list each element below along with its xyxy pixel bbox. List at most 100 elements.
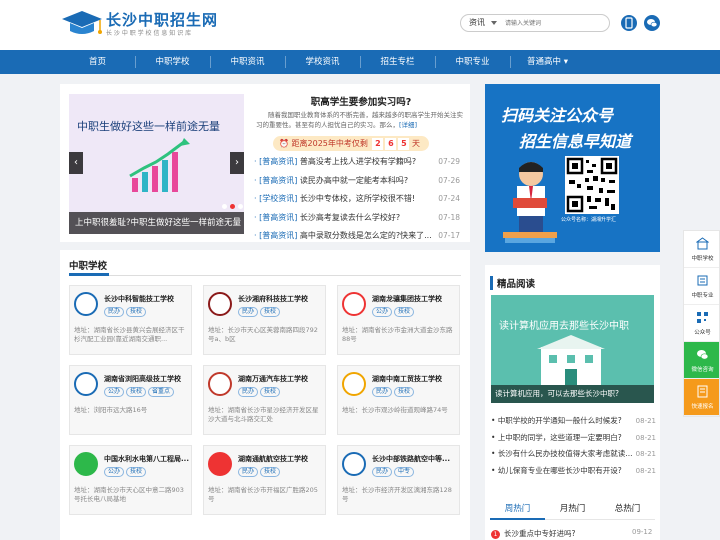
news-item[interactable]: · [学校资讯] 长沙中专体校，这所学校很不错! 07-24 <box>254 190 464 209</box>
news-title[interactable]: 高中录取分数线是怎么定的?快来了... <box>300 231 432 240</box>
wechat-qr-promo[interactable]: 扫码关注公众号 招生信息早知道 公众号名称：湖湘升学汇 <box>485 84 660 252</box>
nav-schools[interactable]: 中职学校 <box>135 50 210 74</box>
reading-item[interactable]: • 中职学校的开学通知一般什么时候发? 08-21 <box>491 413 656 430</box>
school-card[interactable]: 长沙湘府科技技工学校 民办 技校 地址：长沙市天心区芙蓉南路四段792号a、b区 <box>203 285 326 355</box>
school-name[interactable]: 湖南龙骧集团技工学校 <box>372 294 458 304</box>
school-card[interactable]: 湖南通航航空技工学校 民办 技校 地址：湖南省长沙市开福区广胜路205号 <box>203 445 326 515</box>
qr-caption: 公众号名称：湖湘升学汇 <box>561 217 617 223</box>
school-tag: 技校 <box>126 387 147 397</box>
carousel-dot[interactable] <box>238 204 243 209</box>
news-category[interactable]: [普高资讯] <box>259 157 297 166</box>
school-name[interactable]: 长沙中科智能技工学校 <box>104 294 190 304</box>
bullet-icon: • <box>491 432 498 442</box>
bullet-icon: • <box>491 416 498 425</box>
float-quick-signup-button[interactable]: 快速报名 <box>684 379 719 416</box>
school-address: 地址：湖南省长沙县黄兴会展经济区干杉汽配工业园(靠近湖南交通职... <box>74 326 185 343</box>
banner-next-button[interactable]: › <box>230 152 244 174</box>
schools-section-title[interactable]: 中职学校 <box>69 258 107 272</box>
reading-item[interactable]: • 上中职的同学，这些道理一定要明白? 08-21 <box>491 429 656 446</box>
reading-item-title[interactable]: 上中职的同学，这些道理一定要明白? <box>498 433 622 442</box>
feature-more-link[interactable]: [详细] <box>399 121 417 129</box>
school-card[interactable]: 湖南万通汽车技工学校 民办 技校 地址：湖南省长沙市星沙经济开发区星沙大道与北斗路… <box>203 365 326 435</box>
banner-carousel[interactable]: 中职生做好这些一样前途无量 ‹ › 上中职很羞耻?中职生做好这些一样前途无量 <box>69 94 244 234</box>
school-card[interactable]: 中国水利水电第八工程局... 公办 技校 地址：湖南长沙市天心区中意二路903号托… <box>69 445 192 515</box>
school-name[interactable]: 中国水利水电第八工程局... <box>104 454 190 464</box>
school-card[interactable]: 湖南省浏阳高级技工学校 公办 技校 省重点 地址：浏阳市远大路16号 <box>69 365 192 435</box>
nav-news[interactable]: 中职资讯 <box>210 50 285 74</box>
signup-icon <box>697 385 708 398</box>
news-category[interactable]: [普高资讯] <box>259 231 297 240</box>
reading-featured-image[interactable]: 读计算机应用去那些长沙中职 读计算机应用，可以去那些长沙中职? <box>491 295 654 403</box>
float-official-account-link[interactable]: 公众号 <box>684 305 719 342</box>
banner-caption[interactable]: 上中职很羞耻?中职生做好这些一样前途无量 <box>69 212 244 234</box>
reading-item-title[interactable]: 长沙有什么民办技校值得大家考虑就读... <box>498 449 633 458</box>
feature-title[interactable]: 职高学生要参加实习吗? <box>256 94 466 108</box>
float-label: 公众号 <box>694 330 711 336</box>
school-tags: 民办 技校 <box>104 306 148 317</box>
news-date: 07-18 <box>438 212 460 222</box>
school-tags: 公办 技校 <box>104 466 148 477</box>
school-name[interactable]: 湖南通航航空技工学校 <box>238 454 324 464</box>
nav-school-news[interactable]: 学校资讯 <box>285 50 360 74</box>
news-title[interactable]: 普高没考上找人进学校有学籍吗? <box>300 157 416 166</box>
school-card[interactable]: 湖南龙骧集团技工学校 公办 技校 地址：湖南省长沙市金洲大道金沙东路88号 <box>337 285 460 355</box>
search-category-select[interactable]: 资讯 <box>469 17 485 28</box>
school-logo-icon <box>342 292 366 316</box>
tab-all-hot[interactable]: 总热门 <box>600 500 655 520</box>
float-majors-link[interactable]: 中职专业 <box>684 268 719 305</box>
reading-item[interactable]: • 幼儿保育专业在哪些长沙中职有开设? 08-21 <box>491 462 656 479</box>
news-date: 07-24 <box>438 194 460 203</box>
wechat-icon[interactable] <box>644 15 660 31</box>
floating-side-bar: 中职学校 中职专业 公众号 微信咨询 快速报名 <box>683 230 720 417</box>
news-title[interactable]: 长沙高考复读去什么学校好? <box>300 213 400 222</box>
school-address: 地址：长沙市经济开发区漓湘东路128号 <box>342 486 452 503</box>
reading-item-title[interactable]: 中职学校的开学通知一般什么时候发? <box>498 416 622 425</box>
news-title[interactable]: 读民办高中就一定能考本科吗? <box>300 176 408 185</box>
news-category[interactable]: [普高资讯] <box>259 213 297 222</box>
site-logo-title[interactable]: 长沙中职招生网 <box>106 9 218 30</box>
school-address: 地址：湖南省长沙市星沙经济开发区星沙大道与北斗路交汇处 <box>208 406 319 423</box>
school-tags: 民办 技校 <box>238 386 282 397</box>
school-card[interactable]: 长沙中科智能技工学校 民办 技校 地址：湖南省长沙县黄兴会展经济区干杉汽配工业园(… <box>69 285 192 355</box>
school-name[interactable]: 湖南万通汽车技工学校 <box>238 374 324 384</box>
news-item[interactable]: · [普高资讯] 高中录取分数线是怎么定的?快来了... 07-17 <box>254 227 464 246</box>
reading-item[interactable]: • 长沙有什么民办技校值得大家考虑就读... 08-21 <box>491 446 656 463</box>
reading-item-date: 08-21 <box>633 413 656 430</box>
float-schools-link[interactable]: 中职学校 <box>684 231 719 268</box>
school-address: 地址：长沙市天心区芙蓉南路四段792号a、b区 <box>208 326 318 343</box>
school-name[interactable]: 长沙中部铁路航空中等... <box>372 454 458 464</box>
carousel-dot-active[interactable] <box>230 204 235 209</box>
school-logo-icon <box>74 452 98 476</box>
school-name[interactable]: 湖南中南工贸技工学校 <box>372 374 458 384</box>
reading-image-caption[interactable]: 读计算机应用，可以去那些长沙中职? <box>491 385 654 403</box>
tab-monthly-hot[interactable]: 月热门 <box>545 500 600 520</box>
school-name[interactable]: 湖南省浏阳高级技工学校 <box>104 374 190 384</box>
mobile-icon[interactable] <box>621 15 637 31</box>
reading-item-title[interactable]: 幼儿保育专业在哪些长沙中职有开设? <box>498 466 622 475</box>
carousel-dot[interactable] <box>222 204 227 209</box>
news-item[interactable]: · [普高资讯] 读民办高中就一定能考本科吗? 07-26 <box>254 172 464 191</box>
news-title[interactable]: 长沙中专体校，这所学校很不错! <box>300 194 415 203</box>
float-wechat-consult-button[interactable]: 微信咨询 <box>684 342 719 379</box>
nav-majors[interactable]: 中职专业 <box>435 50 510 74</box>
school-card[interactable]: 长沙中部铁路航空中等... 民办 中专 地址：长沙市经济开发区漓湘东路128号 <box>337 445 460 515</box>
news-category[interactable]: [学校资讯] <box>259 194 297 203</box>
school-tags: 公办 技校 省重点 <box>104 386 176 397</box>
school-card[interactable]: 湖南中南工贸技工学校 民办 技校 地址：长沙市观沙岭街道观峰路74号 <box>337 365 460 435</box>
qrcode-icon <box>697 312 708 323</box>
nav-enrollment[interactable]: 招生专栏 <box>360 50 435 74</box>
tab-weekly-hot[interactable]: 周热门 <box>490 500 545 520</box>
nav-home[interactable]: 首页 <box>60 50 135 74</box>
hot-item-title[interactable]: 长沙重点中专好进吗? <box>504 529 575 538</box>
student-reading-illustration <box>503 162 557 243</box>
hot-item[interactable]: 1 长沙重点中专好进吗? <box>491 528 575 539</box>
search-input[interactable] <box>505 17 605 30</box>
banner-prev-button[interactable]: ‹ <box>69 152 83 174</box>
news-item[interactable]: · [普高资讯] 长沙高考复读去什么学校好? 07-18 <box>254 209 464 228</box>
graduation-cap-icon[interactable] <box>60 9 104 39</box>
school-name[interactable]: 长沙湘府科技技工学校 <box>238 294 324 304</box>
reading-section-title[interactable]: 精品阅读 <box>490 276 535 290</box>
nav-high-school[interactable]: 普通高中 ▾ <box>510 50 585 74</box>
news-category[interactable]: [普高资讯] <box>259 176 297 185</box>
news-item[interactable]: · [普高资讯] 普高没考上找人进学校有学籍吗? 07-29 <box>254 153 464 172</box>
